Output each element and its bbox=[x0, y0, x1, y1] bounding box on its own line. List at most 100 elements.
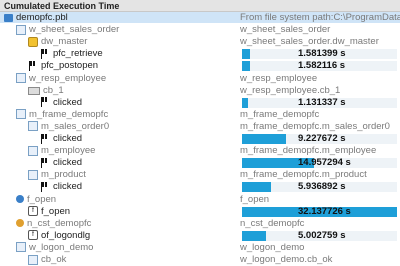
function-icon: f bbox=[28, 206, 38, 217]
tree-row[interactable]: pfc_retrieve 1.581399 s bbox=[0, 48, 400, 60]
object-path-text: n_cst_demopfc bbox=[240, 217, 305, 229]
tree-node: m_product bbox=[28, 169, 86, 180]
object-path: w_logon_demo.cb_ok bbox=[240, 254, 332, 265]
object-path: w_sheet_sales_order.dw_master bbox=[240, 36, 379, 47]
execution-time-value: 1.131337 s bbox=[298, 96, 346, 108]
tree-node: m_sales_order0 bbox=[28, 121, 109, 132]
tree-icon bbox=[16, 24, 26, 35]
tree-icon bbox=[28, 145, 38, 156]
node-label: clicked bbox=[53, 96, 83, 108]
node-label: cb_1 bbox=[43, 84, 64, 96]
node-label: clicked bbox=[53, 157, 83, 169]
button-icon bbox=[28, 87, 40, 96]
object-path: m_frame_demopfc.m_employee bbox=[240, 145, 376, 156]
tree-node: clicked bbox=[40, 181, 82, 192]
execution-time-value: 1.581399 s bbox=[298, 48, 346, 60]
tree-row[interactable]: cb_ok w_logon_demo.cb_ok bbox=[0, 254, 400, 265]
object-path: w_logon_demo bbox=[240, 242, 304, 253]
root-node: demopfc.pbl bbox=[4, 12, 68, 23]
person-icon bbox=[16, 219, 24, 228]
tree-row[interactable]: m_product m_frame_demopfc.m_product bbox=[0, 169, 400, 180]
tree-row-root[interactable]: demopfc.pbl From file system path:C:\Pro… bbox=[0, 12, 400, 23]
execution-time-value: 1.582116 s bbox=[298, 60, 346, 72]
flag-icon bbox=[40, 133, 50, 144]
tree-node: f f_open bbox=[28, 206, 70, 217]
flag-icon bbox=[40, 97, 50, 108]
tree-node: w_resp_employee bbox=[16, 73, 106, 84]
tree-node: w_logon_demo bbox=[16, 242, 93, 253]
tree-row[interactable]: pfc_postopen 1.582116 s bbox=[0, 60, 400, 72]
node-label: clicked bbox=[53, 133, 83, 144]
tree-node: f_open bbox=[16, 194, 56, 205]
object-path-text: m_frame_demopfc.m_employee bbox=[240, 145, 377, 157]
panel-header: Cumulated Execution Time bbox=[0, 0, 400, 12]
tree-row[interactable]: clicked 5.936892 s bbox=[0, 181, 400, 193]
node-label: w_logon_demo bbox=[29, 241, 94, 253]
root-path: From file system path:C:\ProgramData\No bbox=[240, 12, 400, 23]
tree-icon bbox=[16, 109, 26, 120]
node-label: f_open bbox=[27, 193, 57, 205]
tree-row[interactable]: clicked 9.227672 s bbox=[0, 133, 400, 144]
tree-node: m_employee bbox=[28, 145, 95, 156]
tree-node: cb_1 bbox=[28, 85, 64, 96]
node-label: pfc_postopen bbox=[41, 60, 99, 72]
tree-node: clicked bbox=[40, 157, 82, 168]
tree-row[interactable]: f_open f_open bbox=[0, 194, 400, 205]
execution-time-value: 14.957294 s bbox=[298, 157, 351, 169]
node-label: cb_ok bbox=[41, 254, 67, 265]
node-label: m_sales_order0 bbox=[41, 120, 110, 132]
time-bar bbox=[242, 61, 250, 72]
node-label: m_product bbox=[41, 169, 86, 181]
object-path: m_frame_demopfc bbox=[240, 109, 319, 120]
node-label: of_logondlg bbox=[41, 229, 91, 241]
tree-node: pfc_retrieve bbox=[40, 48, 103, 59]
tree-row[interactable]: dw_master w_sheet_sales_order.dw_master bbox=[0, 36, 400, 47]
execution-time-value: 32.137726 s bbox=[298, 205, 351, 217]
tree-row[interactable]: f f_open 32.137726 s bbox=[0, 206, 400, 217]
tree-row[interactable]: clicked 14.957294 s bbox=[0, 157, 400, 169]
tree-node: clicked bbox=[40, 133, 82, 144]
tree-icon bbox=[28, 254, 38, 265]
tree-row[interactable]: f of_logondlg 5.002759 s bbox=[0, 230, 400, 241]
tree-node: f of_logondlg bbox=[28, 230, 90, 241]
object-path-text: m_frame_demopfc bbox=[240, 108, 320, 120]
time-bar bbox=[242, 134, 287, 144]
tree-node: n_cst_demopfc bbox=[16, 218, 91, 229]
flag-icon bbox=[40, 181, 50, 192]
time-bar bbox=[242, 182, 271, 193]
tree-row[interactable]: clicked 1.131337 s bbox=[0, 97, 400, 108]
gear-icon bbox=[16, 195, 24, 203]
object-path-text: m_frame_demopfc.m_sales_order0 bbox=[240, 120, 390, 132]
node-label: w_resp_employee bbox=[29, 72, 107, 84]
tree-icon bbox=[28, 121, 38, 132]
tree-row[interactable]: cb_1 w_resp_employee.cb_1 bbox=[0, 85, 400, 96]
flag-icon bbox=[28, 60, 38, 71]
root-path-text: From file system path:C:\ProgramData\No bbox=[240, 12, 400, 23]
object-path: m_frame_demopfc.m_sales_order0 bbox=[240, 121, 390, 132]
node-label: w_sheet_sales_order bbox=[29, 24, 120, 36]
tree-node: pfc_postopen bbox=[28, 60, 98, 71]
execution-time-value: 5.936892 s bbox=[298, 181, 346, 193]
object-path: w_sheet_sales_order bbox=[240, 24, 330, 35]
tree-row[interactable]: m_employee m_frame_demopfc.m_employee bbox=[0, 145, 400, 156]
tree-row[interactable]: w_logon_demo w_logon_demo bbox=[0, 242, 400, 253]
tree-icon bbox=[16, 73, 26, 83]
node-label: m_frame_demopfc bbox=[29, 108, 109, 120]
node-label: n_cst_demopfc bbox=[27, 217, 92, 229]
root-label: demopfc.pbl bbox=[16, 12, 68, 23]
time-bar bbox=[242, 49, 250, 60]
tree-row[interactable]: n_cst_demopfc n_cst_demopfc bbox=[0, 218, 400, 229]
tree-node: m_frame_demopfc bbox=[16, 109, 108, 120]
tree-row[interactable]: m_frame_demopfc m_frame_demopfc bbox=[0, 109, 400, 120]
tree-row[interactable]: w_sheet_sales_order w_sheet_sales_order bbox=[0, 24, 400, 35]
object-path-text: w_logon_demo.cb_ok bbox=[240, 254, 333, 265]
object-path-text: f_open bbox=[240, 193, 270, 205]
execution-time-value: 5.002759 s bbox=[298, 229, 346, 241]
tree-row[interactable]: w_resp_employee w_resp_employee bbox=[0, 73, 400, 84]
tree-row[interactable]: m_sales_order0 m_frame_demopfc.m_sales_or… bbox=[0, 121, 400, 132]
node-label: pfc_retrieve bbox=[53, 48, 103, 60]
object-path: f_open bbox=[240, 194, 269, 205]
library-icon bbox=[4, 13, 13, 22]
object-path: n_cst_demopfc bbox=[240, 218, 304, 229]
object-path-text: w_logon_demo bbox=[240, 241, 305, 253]
